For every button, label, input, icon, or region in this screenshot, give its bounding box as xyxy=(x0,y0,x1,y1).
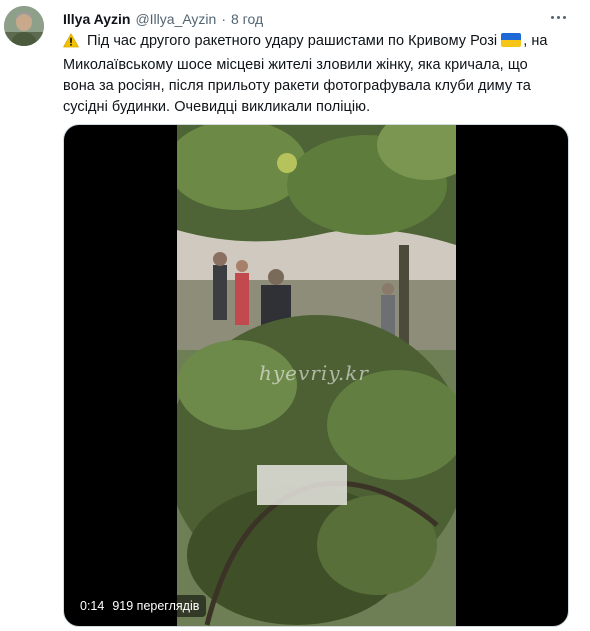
author-handle[interactable]: @Illya_Ayzin xyxy=(135,11,216,27)
avatar[interactable] xyxy=(4,6,44,46)
tweet-line-1-end: , на xyxy=(523,33,548,49)
video-player[interactable]: hyevriy.kr 0:14 919 переглядів xyxy=(63,124,569,627)
video-frame[interactable]: hyevriy.kr xyxy=(177,125,456,626)
more-options-icon[interactable] xyxy=(546,9,570,25)
tweet-line-4: сусідні будинки. Очевидці викликали полі… xyxy=(63,99,371,115)
tweet[interactable]: Illya Ayzin @Illya_Ayzin · 8 год Під час… xyxy=(0,0,590,631)
tweet-line-3: вона за росіян, після прильоту ракети фо… xyxy=(63,78,531,94)
tweet-text: Під час другого ракетного удару рашистам… xyxy=(63,31,578,118)
warning-icon xyxy=(63,33,79,55)
ukraine-flag-icon xyxy=(501,33,522,47)
tweet-line-1: Під час другого ракетного удару рашистам… xyxy=(87,33,498,49)
video-watermark: hyevriy.kr xyxy=(259,361,369,385)
tweet-header: Illya Ayzin @Illya_Ayzin · 8 год xyxy=(63,9,263,29)
timestamp[interactable]: 8 год xyxy=(231,11,263,27)
video-stats-overlay: 0:14 919 переглядів xyxy=(73,595,207,617)
separator-dot: · xyxy=(221,11,226,27)
video-duration: 0:14 xyxy=(80,599,105,613)
tweet-line-2: Миколаївському шосе місцеві жителі злови… xyxy=(63,57,528,73)
video-views: 919 переглядів xyxy=(112,599,200,613)
author-name[interactable]: Illya Ayzin xyxy=(63,11,130,27)
